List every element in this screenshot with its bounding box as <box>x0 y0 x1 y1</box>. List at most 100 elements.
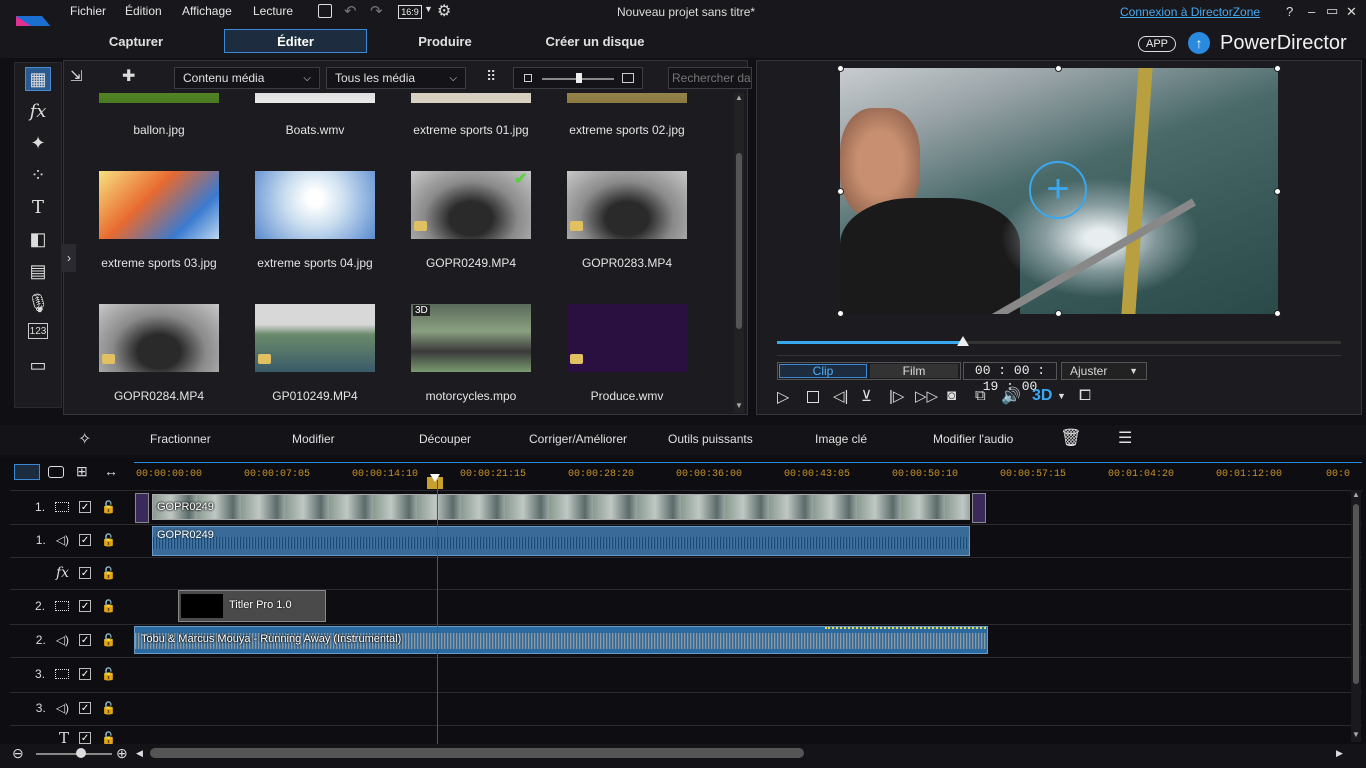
lock-icon[interactable]: 🔓 <box>101 633 116 647</box>
track-enable-checkbox[interactable]: ✓ <box>79 702 92 714</box>
scroll-up-icon[interactable]: ▲ <box>735 93 743 102</box>
scroll-down-icon[interactable]: ▼ <box>735 401 743 410</box>
preview-scrubber-thumb[interactable] <box>957 336 970 346</box>
preview-scrubber-track[interactable] <box>777 341 1341 344</box>
pip-preview-icon[interactable]: ⧉ <box>975 387 986 404</box>
lock-icon[interactable]: 🔓 <box>101 500 116 514</box>
media-thumb-ballon[interactable] <box>99 93 219 103</box>
chevron-down-icon[interactable]: ▼ <box>1057 391 1066 401</box>
fast-forward-icon[interactable]: ▷▷ <box>915 387 938 405</box>
thumbnail-size-slider[interactable] <box>513 67 643 89</box>
horizontal-scroll-thumb[interactable] <box>150 748 804 758</box>
resize-handle[interactable] <box>1274 65 1281 72</box>
subtitle-room-icon[interactable]: ▭ <box>25 353 51 377</box>
title-room-icon[interactable]: T <box>25 195 51 219</box>
library-search-input[interactable] <box>668 67 752 89</box>
track-enable-checkbox[interactable]: ✓ <box>79 534 92 546</box>
help-button[interactable]: ? <box>1286 4 1293 19</box>
type-filter-dropdown[interactable]: Tous les média ⌵ <box>326 67 466 89</box>
close-button[interactable]: ✕ <box>1346 4 1357 20</box>
expand-library-button[interactable]: › <box>62 244 76 272</box>
lock-icon[interactable]: 🔓 <box>101 701 116 715</box>
audio-clip-music[interactable]: Tobu & Marcus Mouya - Running Away (Inst… <box>134 626 988 654</box>
lock-icon[interactable]: 🔓 <box>101 667 116 681</box>
audio-mixing-room-icon[interactable]: ▤ <box>25 259 51 283</box>
pip-room-icon[interactable]: ✦ <box>25 131 51 155</box>
add-target-icon[interactable]: + <box>1029 161 1087 219</box>
lock-icon[interactable]: 🔓 <box>101 566 116 580</box>
timeline-view-icon[interactable] <box>14 464 40 480</box>
grid-view-icon[interactable]: ⠿ <box>486 68 496 85</box>
media-thumb-extreme-02[interactable] <box>567 93 687 103</box>
fit-timeline-icon[interactable]: ↔ <box>104 463 118 479</box>
resize-handle[interactable] <box>1274 188 1281 195</box>
lock-icon[interactable]: 🔓 <box>101 533 116 547</box>
tab-creer-disque[interactable]: Créer un disque <box>530 29 660 53</box>
zoom-in-icon[interactable]: ⊕ <box>116 745 128 762</box>
slider-thumb[interactable] <box>576 73 582 83</box>
snapshot-camera-icon[interactable]: ◙ <box>947 387 956 404</box>
resize-handle[interactable] <box>837 188 844 195</box>
voiceover-room-icon[interactable]: 🎙 <box>25 291 51 315</box>
upload-arrow-icon[interactable]: ↑ <box>1188 32 1210 54</box>
tab-capturer[interactable]: Capturer <box>76 29 196 53</box>
timeline-ruler[interactable]: 00:00:00:00 00:00:07:05 00:00:14:10 00:0… <box>134 462 1362 489</box>
resize-handle[interactable] <box>1274 310 1281 317</box>
transition-room-icon[interactable]: ◧ <box>25 227 51 251</box>
add-track-icon[interactable]: ⊞ <box>76 463 88 480</box>
media-thumb-boats[interactable] <box>255 93 375 103</box>
lock-icon[interactable]: 🔓 <box>101 731 116 745</box>
zoom-slider-thumb[interactable] <box>76 748 86 758</box>
maximize-button[interactable]: ▭ <box>1326 3 1338 19</box>
video-clip-gopr0249[interactable]: GOPR0249 <box>152 494 970 520</box>
track-enable-checkbox[interactable]: ✓ <box>79 600 92 612</box>
import-media-icon[interactable]: ⇲ <box>70 67 92 87</box>
storyboard-view-icon[interactable] <box>48 466 64 478</box>
media-thumb-extreme-03[interactable] <box>99 171 219 239</box>
tab-editer[interactable]: Éditer <box>224 29 367 53</box>
tab-produire[interactable]: Produire <box>390 29 500 53</box>
media-thumb-gopr0283[interactable] <box>567 171 687 239</box>
media-thumb-gopr0249[interactable] <box>411 171 531 239</box>
zoom-slider-track[interactable] <box>36 753 112 755</box>
trash-icon[interactable]: 🗑 <box>1060 428 1082 448</box>
track-enable-checkbox[interactable]: ✓ <box>79 634 92 646</box>
audio-clip-gopr0249[interactable]: GOPR0249 <box>152 526 970 556</box>
trim-button[interactable]: Découper <box>419 432 471 446</box>
minimize-button[interactable]: – <box>1308 4 1315 19</box>
chevron-down-icon[interactable]: ▼ <box>424 4 433 14</box>
next-frame-icon[interactable]: |▷ <box>889 387 904 405</box>
settings-gear-icon[interactable]: ⚙ <box>437 1 451 21</box>
track-enable-checkbox[interactable]: ✓ <box>79 567 92 579</box>
split-button[interactable]: Fractionner <box>150 432 211 446</box>
save-icon[interactable] <box>318 4 332 18</box>
plugins-puzzle-icon[interactable]: ✚ <box>122 66 135 86</box>
3d-mode-icon[interactable]: 3D <box>1032 387 1052 405</box>
chapter-room-icon[interactable]: 123 <box>28 323 48 339</box>
playhead-handle-icon[interactable] <box>430 474 440 482</box>
content-filter-dropdown[interactable]: Contenu média ⌵ <box>174 67 320 89</box>
clip-end-handle[interactable] <box>972 493 986 523</box>
directorzone-login-link[interactable]: Connexion à DirectorZone <box>1120 5 1260 19</box>
stop-icon[interactable] <box>807 391 819 403</box>
play-icon[interactable]: ▷ <box>777 387 789 407</box>
more-options-icon[interactable]: ☰ <box>1118 428 1132 448</box>
track-enable-checkbox[interactable]: ✓ <box>79 501 92 513</box>
power-tools-button[interactable]: Outils puissants <box>668 432 753 446</box>
fit-dropdown[interactable]: Ajuster ▼ <box>1061 362 1147 380</box>
scroll-up-icon[interactable]: ▲ <box>1352 490 1360 499</box>
particle-room-icon[interactable]: ⁘ <box>25 163 51 187</box>
lock-icon[interactable]: 🔓 <box>101 599 116 613</box>
track-enable-checkbox[interactable]: ✓ <box>79 668 92 680</box>
modify-button[interactable]: Modifier <box>292 432 335 446</box>
scroll-thumb[interactable] <box>736 153 742 329</box>
clip-start-handle[interactable] <box>135 493 149 523</box>
redo-icon[interactable]: ↷ <box>370 2 383 20</box>
menu-affichage[interactable]: Affichage <box>182 4 232 18</box>
keyframe-button[interactable]: Image clé <box>815 432 867 446</box>
resize-handle[interactable] <box>837 65 844 72</box>
edit-audio-button[interactable]: Modifier l'audio <box>933 432 1013 446</box>
media-thumb-produce[interactable] <box>567 304 687 372</box>
effects-room-icon[interactable]: fx <box>25 99 51 123</box>
fix-enhance-button[interactable]: Corriger/Améliorer <box>529 432 627 446</box>
